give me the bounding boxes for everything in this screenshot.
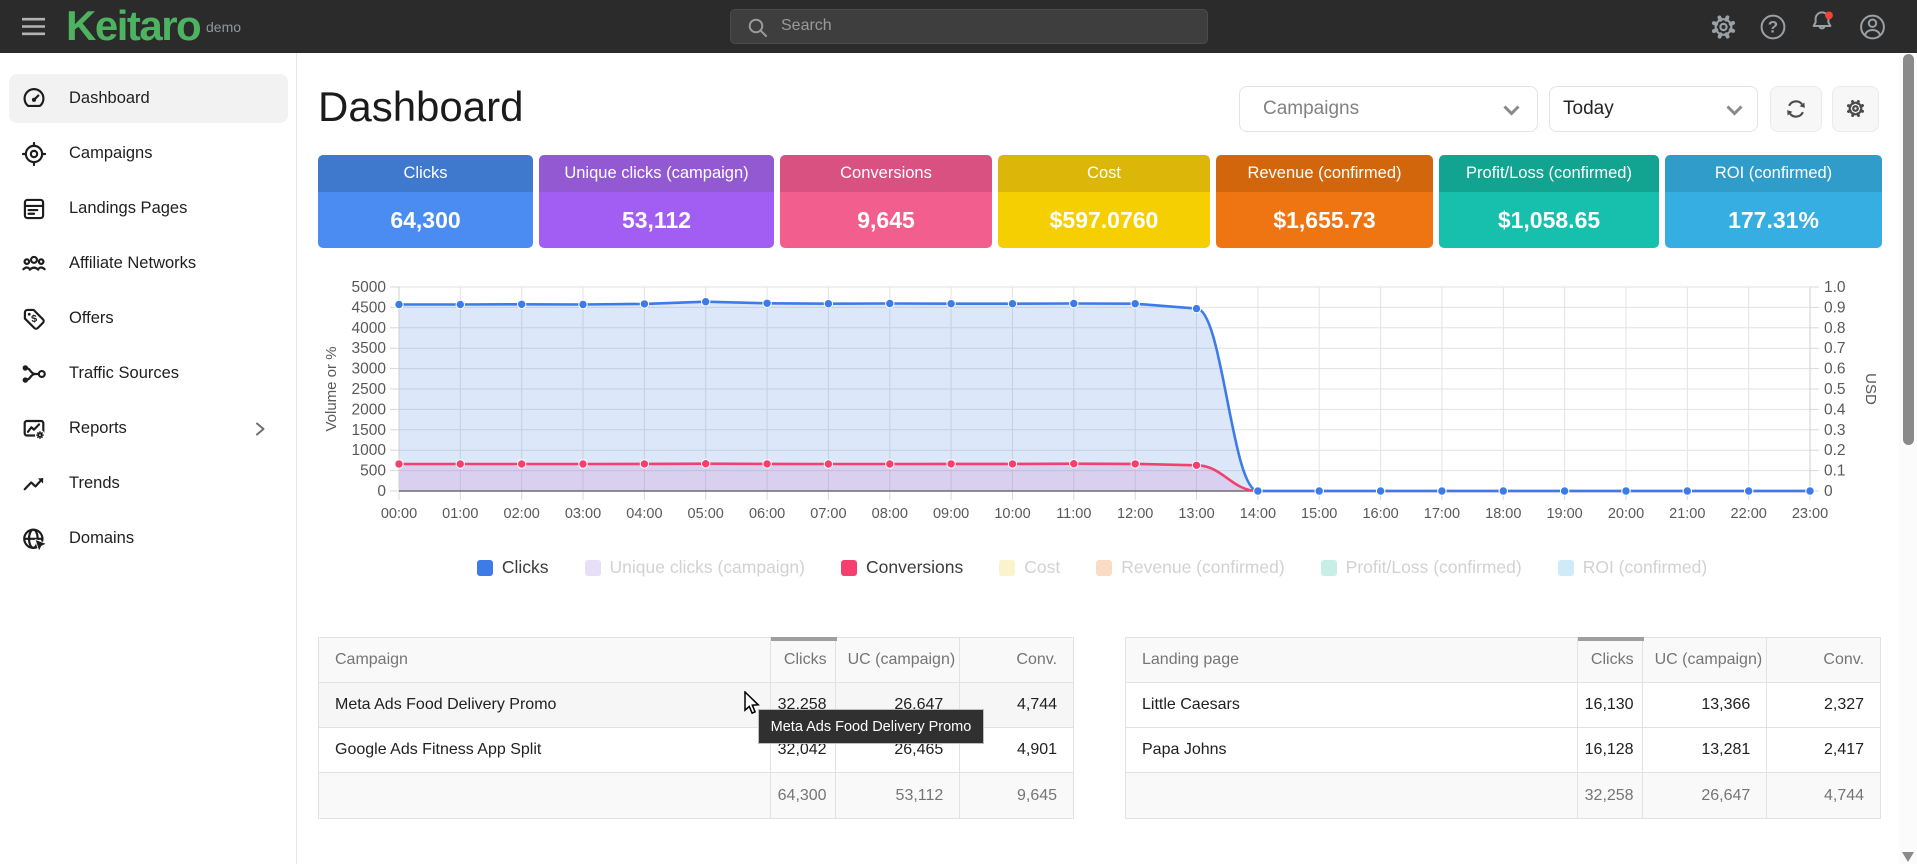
svg-text:09:00: 09:00 <box>933 506 969 522</box>
svg-text:02:00: 02:00 <box>504 506 540 522</box>
svg-text:0.1: 0.1 <box>1824 463 1846 480</box>
svg-text:2000: 2000 <box>352 401 387 418</box>
svg-text:11:00: 11:00 <box>1056 506 1091 522</box>
svg-text:00:00: 00:00 <box>381 506 417 522</box>
svg-text:1500: 1500 <box>352 422 387 439</box>
svg-text:16:00: 16:00 <box>1362 506 1398 522</box>
svg-text:05:00: 05:00 <box>688 506 724 522</box>
svg-text:07:00: 07:00 <box>810 506 846 522</box>
svg-text:?: ? <box>1768 18 1778 37</box>
svg-text:0: 0 <box>377 483 386 500</box>
svg-text:500: 500 <box>360 463 386 480</box>
svg-text:0.4: 0.4 <box>1824 401 1846 418</box>
svg-text:1000: 1000 <box>352 442 387 459</box>
svg-text:0.2: 0.2 <box>1824 442 1846 459</box>
svg-text:2500: 2500 <box>352 381 387 398</box>
svg-text:19:00: 19:00 <box>1546 506 1582 522</box>
svg-text:4500: 4500 <box>352 299 387 316</box>
svg-text:15:00: 15:00 <box>1301 506 1337 522</box>
svg-text:5000: 5000 <box>352 280 387 296</box>
svg-text:3000: 3000 <box>352 361 387 378</box>
svg-text:10:00: 10:00 <box>994 506 1030 522</box>
svg-text:USD: USD <box>1862 373 1879 405</box>
svg-text:4000: 4000 <box>352 320 387 337</box>
svg-text:04:00: 04:00 <box>626 506 662 522</box>
svg-text:0.5: 0.5 <box>1824 381 1846 398</box>
svg-text:17:00: 17:00 <box>1424 506 1460 522</box>
svg-text:0.6: 0.6 <box>1824 361 1846 378</box>
svg-text:01:00: 01:00 <box>442 506 478 522</box>
svg-text:23:00: 23:00 <box>1792 506 1828 522</box>
svg-text:$: $ <box>31 313 38 325</box>
svg-text:14:00: 14:00 <box>1240 506 1276 522</box>
svg-text:06:00: 06:00 <box>749 506 785 522</box>
svg-text:0.3: 0.3 <box>1824 422 1846 439</box>
svg-text:21:00: 21:00 <box>1669 506 1705 522</box>
svg-text:0.7: 0.7 <box>1824 340 1846 357</box>
svg-text:Volume or %: Volume or % <box>323 346 340 431</box>
svg-text:08:00: 08:00 <box>872 506 908 522</box>
svg-text:0.8: 0.8 <box>1824 320 1846 337</box>
svg-text:03:00: 03:00 <box>565 506 601 522</box>
svg-text:20:00: 20:00 <box>1608 506 1644 522</box>
svg-text:0.9: 0.9 <box>1824 299 1846 316</box>
svg-text:3500: 3500 <box>352 340 387 357</box>
svg-text:13:00: 13:00 <box>1178 506 1214 522</box>
svg-text:22:00: 22:00 <box>1731 506 1767 522</box>
svg-text:18:00: 18:00 <box>1485 506 1521 522</box>
svg-text:0: 0 <box>1824 483 1833 500</box>
svg-text:12:00: 12:00 <box>1117 506 1153 522</box>
svg-text:1.0: 1.0 <box>1824 280 1846 296</box>
